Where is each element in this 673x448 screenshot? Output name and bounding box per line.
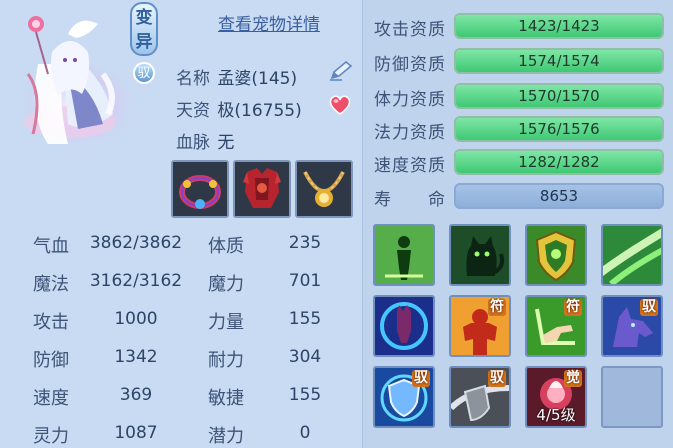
- name-label: 名称: [176, 69, 210, 89]
- skill-slot-4[interactable]: [601, 224, 663, 286]
- skill-slot-5[interactable]: [373, 295, 435, 357]
- attack-aptitude-value: 1423/1423: [518, 17, 600, 35]
- dark-hand-icon: [375, 297, 433, 355]
- bloodline-row: 血脉 无: [176, 128, 234, 153]
- skill-slot-8[interactable]: 驭: [601, 295, 663, 357]
- stat-def-label: 防御: [33, 350, 69, 371]
- necklace-icon: [297, 162, 351, 216]
- defense-aptitude-label: 防御资质: [374, 55, 446, 75]
- skill-slot-7[interactable]: 符: [525, 295, 587, 357]
- yu-badge: 驭: [133, 62, 155, 84]
- cat-icon: [451, 226, 509, 284]
- stat-hp-label: 气血: [33, 236, 69, 257]
- magic-aptitude-label: 法力资质: [374, 123, 446, 143]
- shield-icon: [527, 226, 585, 284]
- stat-moli-value: 701: [288, 271, 322, 291]
- stat-qianli-value: 0: [299, 423, 311, 443]
- skill-slot-6[interactable]: 符: [449, 295, 511, 357]
- stat-spd-value: 369: [119, 385, 153, 405]
- stat-lingli-value: 1087: [114, 423, 158, 443]
- skill-slot-2[interactable]: [449, 224, 511, 286]
- stat-liliang-value: 155: [288, 309, 322, 329]
- stat-atk-label: 攻击: [33, 312, 69, 333]
- physique-aptitude-value: 1570/1570: [518, 87, 600, 105]
- stat-def-value: 1342: [114, 347, 158, 367]
- skill-slot-1[interactable]: [373, 224, 435, 286]
- stat-minjie-label: 敏捷: [208, 388, 244, 409]
- magic-aptitude-value: 1576/1576: [518, 120, 600, 138]
- figure-aura-icon: [375, 226, 433, 284]
- skill-slot-11[interactable]: 觉 4/5级: [525, 366, 587, 428]
- stat-liliang-label: 力量: [208, 312, 244, 333]
- stat-naili-label: 耐力: [208, 350, 244, 371]
- variant-tag-text: 变 异: [135, 8, 153, 52]
- stat-tizhi-label: 体质: [208, 236, 244, 257]
- stat-atk-value: 1000: [114, 309, 158, 329]
- yu-skill-badge: 驭: [412, 370, 430, 387]
- speed-aptitude-bar: 1282/1282: [454, 149, 664, 175]
- skill-slot-empty: [601, 366, 663, 428]
- yu-skill-badge: 驭: [488, 370, 506, 387]
- edit-pen-icon[interactable]: [328, 60, 354, 82]
- jue-badge: 觉: [564, 370, 582, 387]
- stat-qianli-label: 潜力: [208, 426, 244, 447]
- stat-moli-label: 魔力: [208, 274, 244, 295]
- variant-tag: 变 异: [130, 2, 158, 56]
- equip-slot-armor[interactable]: [233, 160, 291, 218]
- speed-aptitude-value: 1282/1282: [518, 153, 600, 171]
- physique-aptitude-bar: 1570/1570: [454, 83, 664, 109]
- talent-row: 天资 极(16755): [176, 96, 302, 121]
- fu-badge: 符: [564, 299, 582, 316]
- skill-slot-3[interactable]: [525, 224, 587, 286]
- stat-mp-value: 3162/3162: [89, 271, 183, 291]
- fu-badge: 符: [488, 299, 506, 316]
- stat-tizhi-value: 235: [288, 233, 322, 253]
- heart-icon[interactable]: [328, 94, 352, 116]
- bloodline-label: 血脉: [176, 133, 210, 153]
- bloodline-value: 无: [217, 133, 235, 153]
- defense-aptitude-bar: 1574/1574: [454, 48, 664, 74]
- view-pet-details-link[interactable]: 查看宠物详情: [218, 10, 320, 35]
- attack-aptitude-bar: 1423/1423: [454, 13, 664, 39]
- skill-slot-9[interactable]: 驭: [373, 366, 435, 428]
- yu-skill-badge: 驭: [640, 299, 658, 316]
- lifespan-value: 8653: [454, 183, 664, 209]
- attack-aptitude-label: 攻击资质: [374, 20, 446, 40]
- talent-value: 极(16755): [217, 101, 302, 121]
- stat-spd-label: 速度: [33, 388, 69, 409]
- equip-slot-necklace[interactable]: [295, 160, 353, 218]
- pet-name-row: 名称 孟婆(145): [176, 64, 297, 89]
- armor-icon: [235, 162, 289, 216]
- skill-slot-10[interactable]: 驭: [449, 366, 511, 428]
- bracelet-icon: [173, 162, 227, 216]
- magic-aptitude-bar: 1576/1576: [454, 116, 664, 142]
- stat-lingli-label: 灵力: [33, 426, 69, 447]
- defense-aptitude-value: 1574/1574: [518, 52, 600, 70]
- stat-mp-label: 魔法: [33, 274, 69, 295]
- equip-slot-bracelet[interactable]: [171, 160, 229, 218]
- name-value: 孟婆(145): [217, 69, 298, 89]
- awaken-level: 4/5级: [536, 406, 576, 424]
- wind-icon: [603, 226, 661, 284]
- speed-aptitude-label: 速度资质: [374, 156, 446, 176]
- talent-label: 天资: [176, 101, 210, 121]
- stat-minjie-value: 155: [288, 385, 322, 405]
- stat-naili-value: 304: [288, 347, 322, 367]
- lifespan-label: 寿 命: [374, 190, 446, 210]
- physique-aptitude-label: 体力资质: [374, 90, 446, 110]
- stat-hp-value: 3862/3862: [89, 233, 183, 253]
